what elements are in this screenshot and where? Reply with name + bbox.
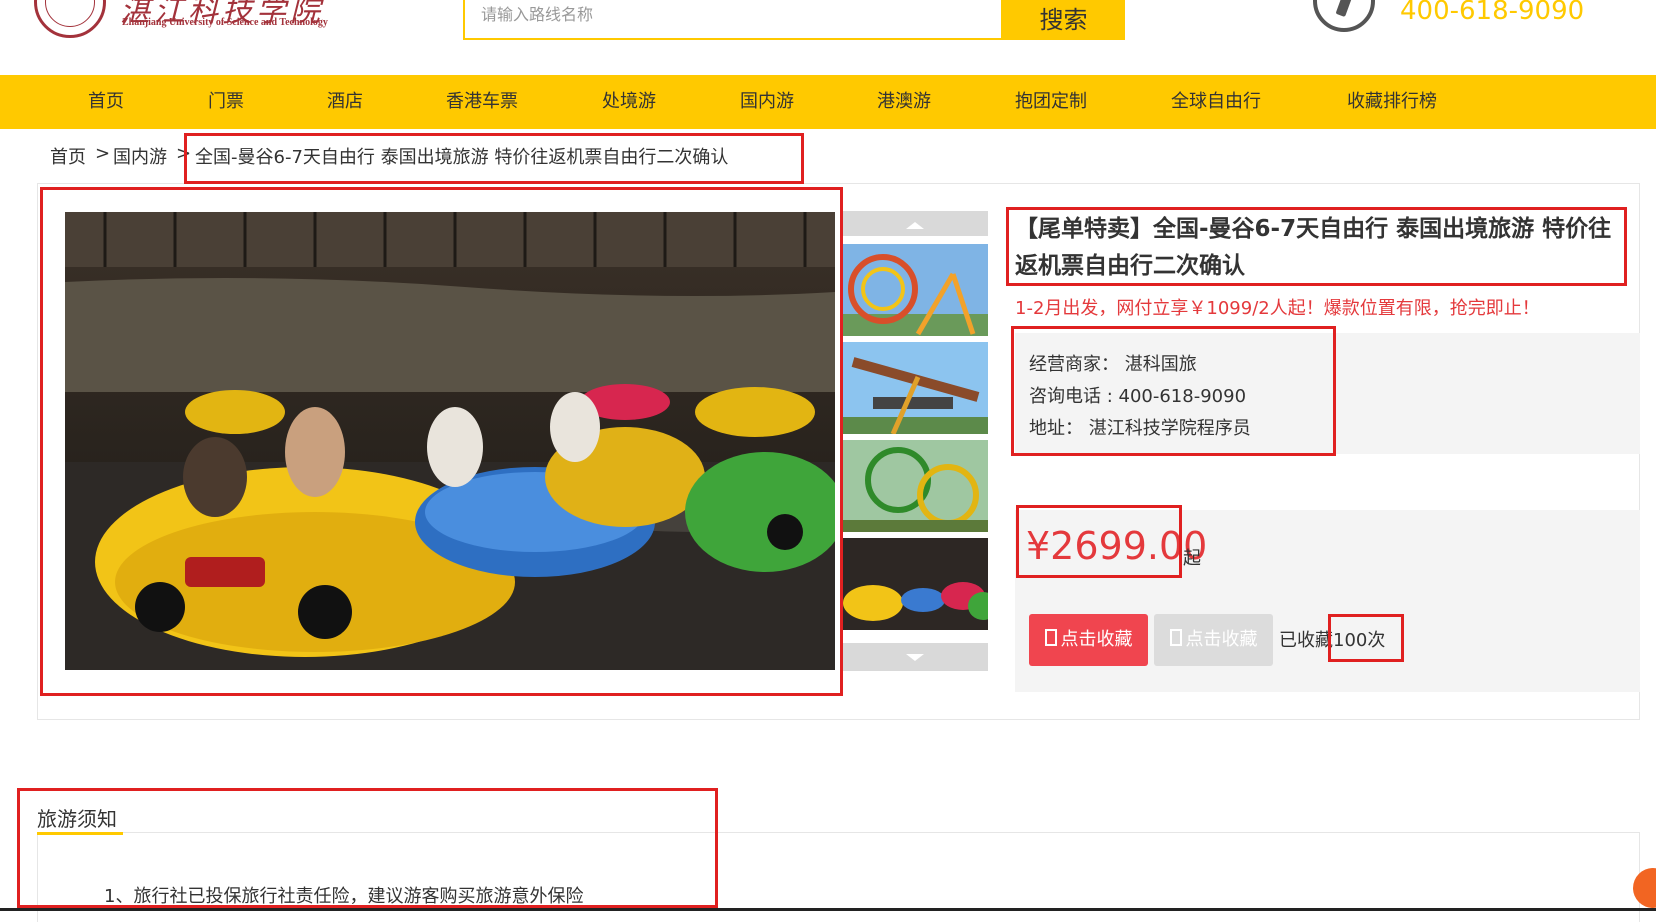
breadcrumb-category[interactable]: 国内游 bbox=[113, 143, 167, 169]
nav-item-global-free[interactable]: 全球自由行 bbox=[1171, 75, 1261, 129]
university-logo-english: Zhanjiang University of Science and Tech… bbox=[122, 17, 328, 28]
merchant-address: 地址： 湛江科技学院程序员 bbox=[1029, 418, 1251, 439]
travel-notice-title: 旅游须知 bbox=[37, 807, 117, 831]
nav-item-hk-bus[interactable]: 香港车票 bbox=[446, 75, 518, 129]
nav-item-favorites-rank[interactable]: 收藏排行榜 bbox=[1347, 75, 1437, 129]
favorite-count: 已收藏100次 bbox=[1279, 630, 1386, 651]
favorite-button-disabled-label: 点击收藏 bbox=[1185, 629, 1258, 650]
travel-notice-item: 1、旅行社已投保旅行社责任险，建议游客购买旅游意外保险 bbox=[104, 886, 584, 907]
favorite-button-disabled[interactable]: 点击收藏 bbox=[1154, 614, 1273, 666]
product-price: ¥2699.00 bbox=[1026, 524, 1208, 568]
thumbnail-scroll-down[interactable] bbox=[843, 643, 988, 671]
search-button[interactable]: 搜索 bbox=[1002, 0, 1125, 40]
search-input[interactable] bbox=[479, 4, 983, 25]
breadcrumb-home[interactable]: 首页 bbox=[50, 143, 86, 169]
chevron-down-icon bbox=[906, 654, 924, 661]
thumbnail-strip bbox=[843, 211, 988, 671]
promo-text: 1-2月出发，网付立享￥1099/2人起！爆款位置有限，抢完即止！ bbox=[1015, 298, 1540, 319]
thumbnail-bumper-cars[interactable] bbox=[843, 538, 988, 630]
nav-item-outbound[interactable]: 处境游 bbox=[602, 75, 656, 129]
phone-icon bbox=[1313, 0, 1375, 32]
nav-item-home[interactable]: 首页 bbox=[88, 75, 124, 129]
price-suffix: 起 bbox=[1183, 548, 1201, 569]
favorite-button[interactable]: 点击收藏 bbox=[1029, 614, 1148, 666]
thumbnail-scroll-up[interactable] bbox=[843, 211, 988, 236]
favorite-button-label: 点击收藏 bbox=[1060, 629, 1133, 650]
thumbnail-ride-pendulum[interactable] bbox=[843, 244, 988, 336]
product-main-image[interactable] bbox=[65, 212, 835, 670]
nav-item-hotel[interactable]: 酒店 bbox=[327, 75, 363, 129]
bookmark-icon bbox=[1044, 629, 1057, 646]
notice-title-underline bbox=[37, 832, 123, 835]
nav-item-domestic[interactable]: 国内游 bbox=[740, 75, 794, 129]
nav-item-group-custom[interactable]: 抱团定制 bbox=[1015, 75, 1087, 129]
nav-item-hk-macau[interactable]: 港澳游 bbox=[877, 75, 931, 129]
nav-item-tickets[interactable]: 门票 bbox=[208, 75, 244, 129]
merchant-phone: 咨询电话 : 400-618-9090 bbox=[1029, 386, 1247, 407]
breadcrumb-separator: > bbox=[95, 143, 111, 164]
thumbnail-ride-coaster[interactable] bbox=[843, 440, 988, 532]
thumbnail-ride-swing[interactable] bbox=[843, 342, 988, 434]
product-title: 【尾单特卖】全国-曼谷6-7天自由行 泰国出境旅游 特价往返机票自由行二次确认 bbox=[1015, 216, 1612, 279]
university-logo-seal[interactable] bbox=[34, 0, 106, 38]
chevron-up-icon bbox=[906, 222, 924, 229]
search-box bbox=[463, 0, 1003, 40]
hotline-number: 400-618-9090 bbox=[1400, 0, 1585, 26]
breadcrumb-separator: > bbox=[176, 143, 192, 164]
main-nav: 首页 门票 酒店 香港车票 处境游 国内游 港澳游 抱团定制 全球自由行 收藏排… bbox=[0, 75, 1656, 129]
bookmark-icon bbox=[1169, 629, 1182, 646]
merchant-name: 经营商家： 湛科国旅 bbox=[1029, 354, 1197, 375]
breadcrumb-current: 全国-曼谷6-7天自由行 泰国出境旅游 特价往返机票自由行二次确认 bbox=[195, 147, 729, 168]
